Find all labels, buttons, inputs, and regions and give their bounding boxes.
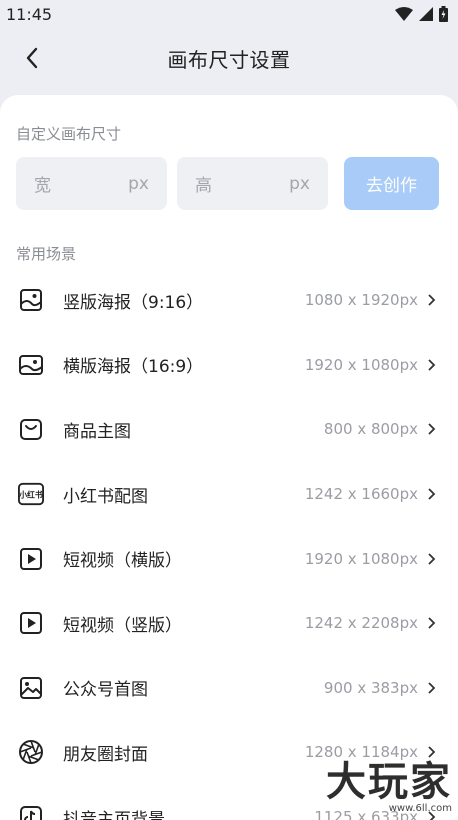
height-placeholder: 高: [195, 176, 212, 196]
scene-size: 1920 x 1080px: [304, 549, 418, 568]
scene-name: 公众号首图: [63, 680, 148, 701]
signal-icon: [419, 7, 433, 21]
custom-size-label: 自定义画布尺寸: [16, 125, 122, 143]
scene-item-xiaohongshu[interactable]: 小红书 小红书配图 1242 x 1660px: [0, 462, 458, 527]
chevron-right-icon: [428, 553, 436, 565]
aperture-icon: [18, 739, 44, 765]
back-button[interactable]: [14, 40, 50, 76]
height-input[interactable]: 高 px: [177, 157, 328, 210]
scene-item-douyin-background[interactable]: 抖音主页背景 1125 x 633px: [0, 785, 458, 820]
landscape-poster-icon: [18, 352, 44, 378]
douyin-icon: [18, 804, 44, 820]
content-card: 自定义画布尺寸 宽 px 高 px 去创作 常用场景 竖版海报（9:16） 10…: [0, 95, 458, 820]
scene-name: 商品主图: [63, 421, 131, 442]
scene-list: 竖版海报（9:16） 1080 x 1920px 横版海报（16:9） 1920…: [0, 268, 458, 820]
status-bar: 11:45: [0, 0, 458, 28]
chevron-right-icon: [428, 746, 436, 759]
video-play-icon: [18, 546, 44, 572]
scene-size: 1080 x 1920px: [304, 291, 418, 310]
scene-size: 1125 x 633px: [314, 808, 418, 820]
shopping-bag-icon: [18, 416, 44, 442]
status-time: 11:45: [6, 4, 53, 24]
xiaohongshu-icon: 小红书: [18, 481, 44, 507]
scene-size: 1242 x 2208px: [304, 614, 418, 633]
height-unit: px: [289, 173, 310, 194]
scene-item-short-video-portrait[interactable]: 短视频（竖版） 1242 x 2208px: [0, 591, 458, 656]
scene-name: 抖音主页背景: [63, 809, 165, 820]
chevron-right-icon: [428, 423, 436, 436]
back-arrow-icon: [26, 47, 38, 69]
chevron-right-icon: [428, 488, 436, 500]
image-icon: [18, 675, 44, 701]
width-placeholder: 宽: [34, 176, 51, 196]
scene-name: 短视频（横版）: [63, 551, 182, 572]
scene-item-short-video-landscape[interactable]: 短视频（横版） 1920 x 1080px: [0, 526, 458, 591]
page-title: 画布尺寸设置: [167, 47, 291, 72]
scene-item-official-account-cover[interactable]: 公众号首图 900 x 383px: [0, 656, 458, 721]
scene-item-landscape-poster[interactable]: 横版海报（16:9） 1920 x 1080px: [0, 333, 458, 398]
chevron-right-icon: [428, 811, 436, 820]
width-input[interactable]: 宽 px: [16, 157, 167, 210]
battery-icon: [439, 6, 448, 22]
scene-name: 横版海报（16:9）: [63, 357, 204, 378]
svg-text:小红书: 小红书: [19, 490, 43, 500]
scene-item-product-image[interactable]: 商品主图 800 x 800px: [0, 397, 458, 462]
scene-size: 1280 x 1184px: [304, 743, 418, 762]
chevron-right-icon: [428, 682, 436, 694]
scene-size: 1920 x 1080px: [304, 355, 418, 374]
portrait-poster-icon: [18, 287, 44, 313]
chevron-right-icon: [428, 294, 436, 306]
scene-size: 1242 x 1660px: [304, 485, 418, 504]
scene-item-moments-cover[interactable]: 朋友圈封面 1280 x 1184px: [0, 720, 458, 785]
chevron-right-icon: [428, 617, 436, 629]
scene-size: 800 x 800px: [323, 420, 418, 439]
create-button[interactable]: 去创作: [344, 157, 439, 210]
chevron-right-icon: [428, 359, 436, 371]
scene-size: 900 x 383px: [323, 678, 418, 697]
nav-bar: 画布尺寸设置: [0, 28, 458, 88]
scene-name: 小红书配图: [63, 486, 148, 507]
video-play-icon: [18, 610, 44, 636]
width-unit: px: [128, 173, 149, 194]
scene-name: 竖版海报（9:16）: [63, 292, 204, 313]
scene-name: 朋友圈封面: [63, 744, 148, 765]
scene-item-portrait-poster[interactable]: 竖版海报（9:16） 1080 x 1920px: [0, 268, 458, 333]
scene-name: 短视频（竖版）: [63, 615, 182, 636]
wifi-icon: [395, 7, 413, 21]
status-icons: [395, 6, 448, 22]
common-scenes-label: 常用场景: [16, 245, 77, 263]
